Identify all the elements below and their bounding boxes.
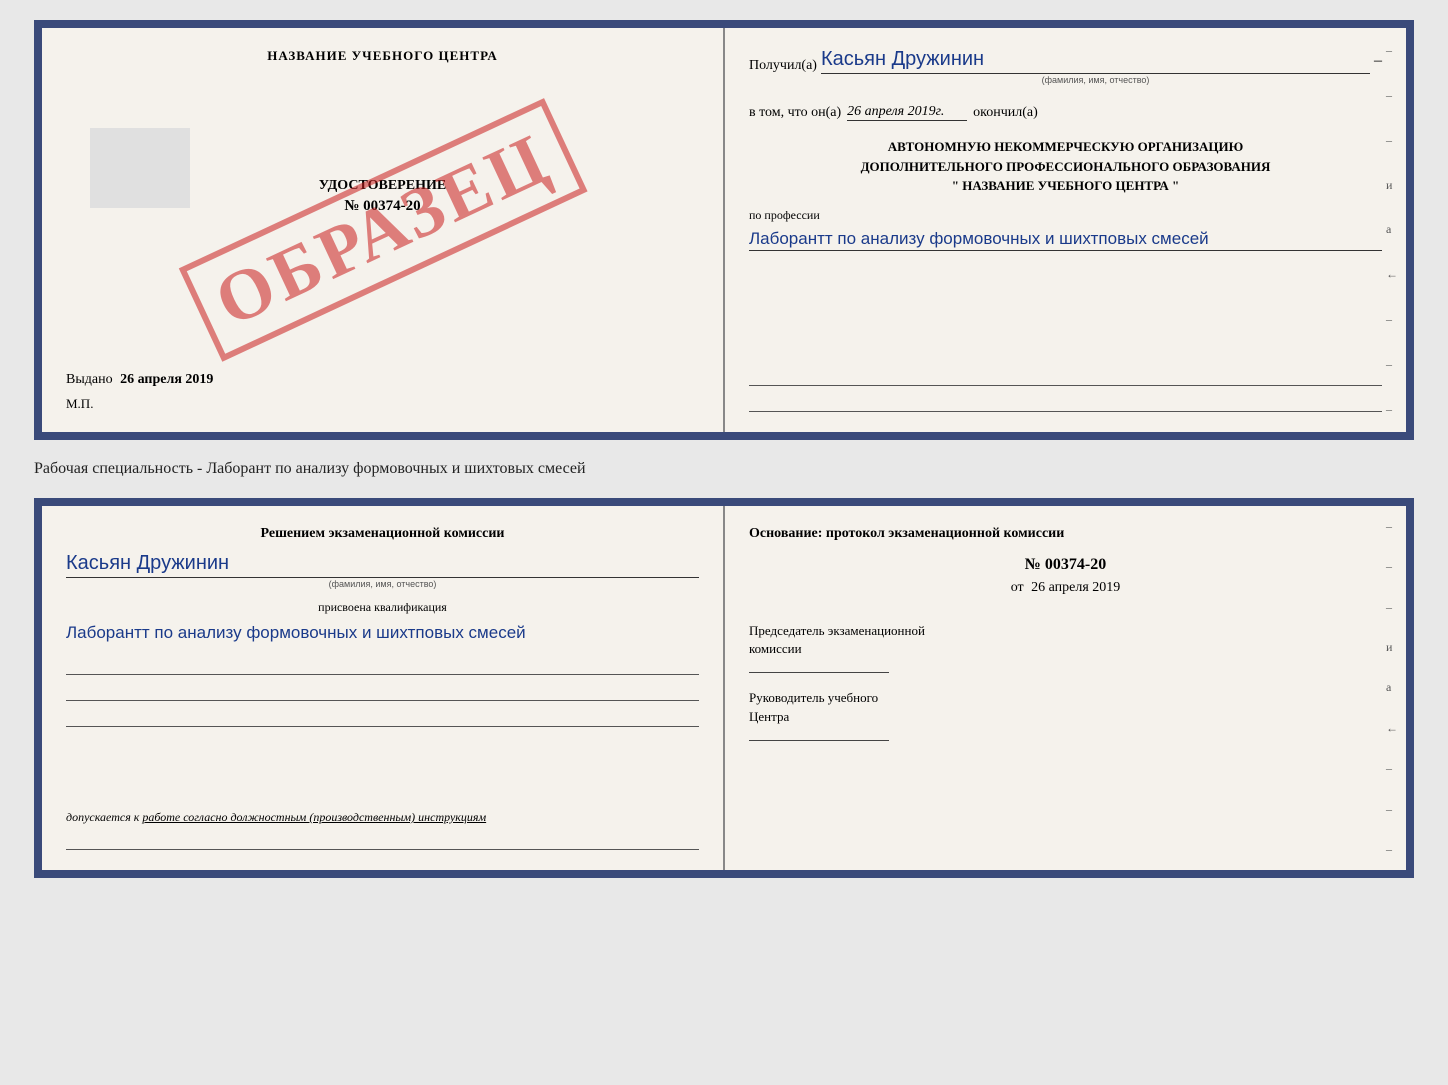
qualification-text: Лаборантт по анализу формовочных и шихтп…: [66, 621, 699, 645]
bottom-ul-2: [66, 683, 699, 701]
dopuskaetsya-block: допускается к работе согласно должностны…: [66, 808, 699, 850]
top-document-card: НАЗВАНИЕ УЧЕБНОГО ЦЕНТРА ОБРАЗЕЦ УДОСТОВ…: [34, 20, 1414, 440]
underline-1: [749, 368, 1382, 386]
rukovoditel-label: Руководитель учебного Центра: [749, 689, 1382, 740]
vtom-prefix: в том, что он(а): [749, 105, 841, 121]
vtom-date: 26 апреля 2019г.: [847, 104, 967, 121]
cert-label: УДОСТОВЕРЕНИЕ: [319, 178, 446, 194]
underline-2: [749, 394, 1382, 412]
bottom-ul-1: [66, 657, 699, 675]
vydano-row: Выдано 26 апреля 2019: [66, 352, 699, 388]
profession-text-top: Лаборантт по анализу формовочных и шихтп…: [749, 227, 1382, 252]
ot-prefix: от: [1011, 580, 1024, 595]
org-line2: ДОПОЛНИТЕЛЬНОГО ПРОФЕССИОНАЛЬНОГО ОБРАЗО…: [749, 157, 1382, 177]
mp-label: М.П.: [66, 396, 699, 412]
ot-date: от 26 апреля 2019: [749, 580, 1382, 596]
bottom-right-side-dashes: – – – и а ← – – –: [1386, 506, 1398, 870]
photo-placeholder: [90, 128, 190, 208]
bottom-left-panel: Решением экзаменационной комиссии Касьян…: [42, 506, 725, 870]
ot-date-value: 26 апреля 2019: [1031, 580, 1120, 595]
rukovoditel-signature-line: [749, 740, 889, 741]
osnovanie-title: Основание: протокол экзаменационной коми…: [749, 526, 1382, 542]
bottom-ul-3: [66, 709, 699, 727]
bottom-document-card: Решением экзаменационной комиссии Касьян…: [34, 498, 1414, 878]
predsedatel-signature-line: [749, 672, 889, 673]
right-side-dashes: – – – и а ← – – –: [1386, 28, 1398, 432]
specialty-text: Рабочая специальность - Лаборант по анал…: [34, 456, 1414, 482]
vtom-row: в том, что он(а) 26 апреля 2019г. окончи…: [749, 104, 1382, 121]
vydano-label: Выдано: [66, 372, 113, 387]
dopuskaetsya-prefix: допускается к: [66, 810, 139, 824]
fio-label-top: (фамилия, имя, отчество): [821, 75, 1370, 85]
resheniem-title: Решением экзаменационной комиссии: [66, 526, 699, 542]
top-right-panel: Получил(а) Касьян Дружинин (фамилия, имя…: [725, 28, 1406, 432]
po-professii-label: по профессии: [749, 208, 1382, 223]
poluchil-name: Касьян Дружинин (фамилия, имя, отчество): [821, 48, 1370, 74]
bottom-ul-4: [66, 832, 699, 850]
obrazec-watermark: ОБРАЗЕЦ: [178, 98, 586, 361]
poluchil-prefix: Получил(а): [749, 58, 817, 74]
vydano-date: 26 апреля 2019: [120, 372, 213, 387]
bottom-right-panel: Основание: протокол экзаменационной коми…: [725, 506, 1406, 870]
top-left-panel: НАЗВАНИЕ УЧЕБНОГО ЦЕНТРА ОБРАЗЕЦ УДОСТОВ…: [42, 28, 725, 432]
fio-label-bottom: (фамилия, имя, отчество): [66, 579, 699, 589]
dash-right: –: [1374, 52, 1382, 70]
poluchil-row: Получил(а) Касьян Дружинин (фамилия, имя…: [749, 48, 1382, 74]
bottom-name: Касьян Дружинин (фамилия, имя, отчество): [66, 552, 699, 578]
org-block: АВТОНОМНУЮ НЕКОММЕРЧЕСКУЮ ОРГАНИЗАЦИЮ ДО…: [749, 137, 1382, 196]
dopuskaetsya-text: работе согласно должностным (производств…: [142, 810, 486, 824]
okonchil-label: окончил(а): [973, 105, 1038, 121]
cert-number: № 00374-20: [319, 198, 446, 215]
predsedatel-label: Председатель экзаменационной комиссии: [749, 622, 1382, 673]
school-name-top: НАЗВАНИЕ УЧЕБНОГО ЦЕНТРА: [267, 48, 498, 64]
dopuskaetsya-row: допускается к работе согласно должностны…: [66, 802, 486, 824]
prisvoena-label: присвоена квалификация: [66, 600, 699, 615]
protocol-number: № 00374-20: [749, 556, 1382, 574]
org-line3: " НАЗВАНИЕ УЧЕБНОГО ЦЕНТРА ": [749, 176, 1382, 196]
org-line1: АВТОНОМНУЮ НЕКОММЕРЧЕСКУЮ ОРГАНИЗАЦИЮ: [749, 137, 1382, 157]
